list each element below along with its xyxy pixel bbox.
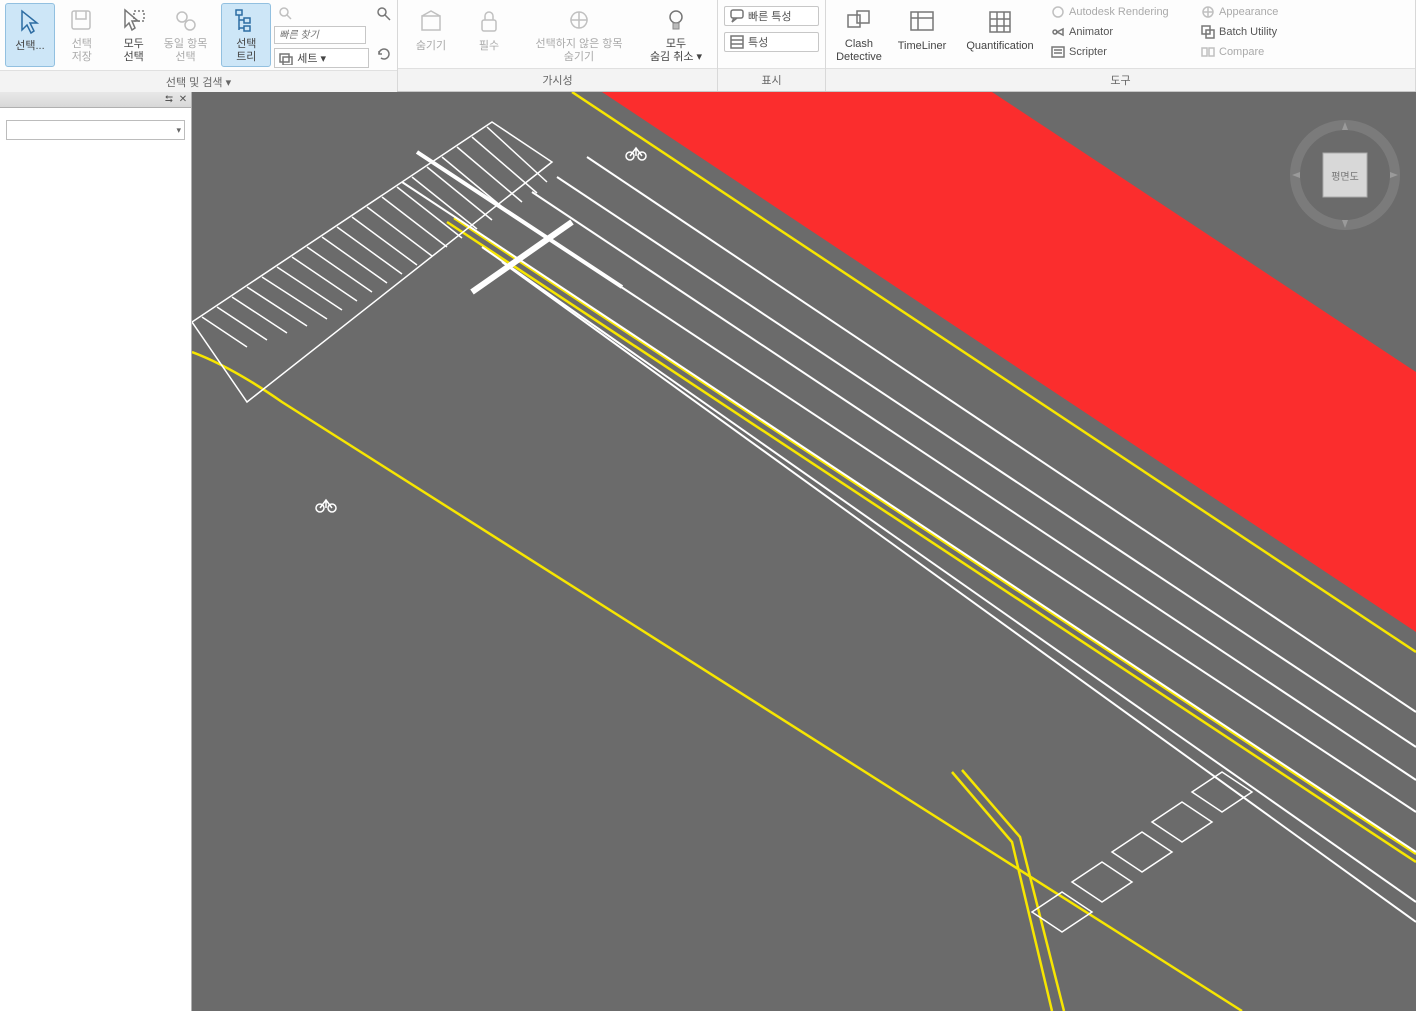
select-same-icon [170,6,202,36]
quantification-label: Quantification [966,40,1033,53]
tree-icon [230,6,262,36]
render-icon [1050,4,1066,20]
hide-unselected-label: 선택하지 않은 항목 숨기기 [535,38,622,64]
select-same-label: 동일 항목 선택 [164,38,208,64]
animator-icon [1050,24,1066,40]
unhide-all-label: 모두 숨김 취소 ▾ [650,38,702,64]
select-all-button[interactable]: 모두 선택 [109,3,159,67]
timeliner-button[interactable]: TimeLiner [889,3,955,67]
crosswalk-hatch [192,122,552,402]
properties-icon [729,34,745,50]
save-selection-label: 선택 저장 [72,38,92,64]
properties-button[interactable]: 특성 [724,32,819,52]
bulb-icon [660,6,692,36]
compare-label: Compare [1219,46,1264,58]
side-panel-titlebar: ⮀ ✕ [0,92,191,108]
timeliner-label: TimeLiner [898,40,947,53]
ribbon-group-label: 가시성 [398,68,717,91]
close-icon[interactable]: ✕ [177,94,189,106]
cursor-icon [14,6,46,38]
hide-icon [415,6,447,38]
autodesk-rendering-button: Autodesk Rendering [1046,2,1192,22]
properties-label: 특성 [748,34,768,50]
ribbon-group-select-search: 선택... 선택 저장 모두 선택 동일 항목 선택 [0,0,398,91]
side-panel: ⮀ ✕ ▾ [0,92,192,1011]
required-label: 필수 [479,40,499,53]
required-button: 필수 [461,3,517,67]
view-cube[interactable]: 평면도 [1290,120,1400,230]
scripter-label: Scripter [1069,46,1107,58]
zoom-search-button[interactable] [373,4,391,24]
sets-icon [278,50,294,66]
yellow-road-edges [192,92,1416,1011]
refresh-sets-button[interactable] [373,44,391,64]
compare-button: Compare [1196,42,1322,62]
view-cube-face-label: 평면도 [1331,171,1359,183]
hide-button: 숨기기 [403,3,459,67]
batch-utility-button[interactable]: Batch Utility [1196,22,1322,42]
pin-icon[interactable]: ⮀ [163,94,175,106]
quantification-button[interactable]: Quantification [957,3,1043,67]
select-all-icon [118,6,150,36]
select-button-label: 선택... [15,40,44,53]
hide-unselected-icon [563,6,595,36]
timeliner-icon [906,6,938,38]
refresh-icon [377,46,391,62]
autodesk-rendering-label: Autodesk Rendering [1069,6,1169,18]
select-same-button: 동일 항목 선택 [161,3,211,67]
clash-detective-button[interactable]: Clash Detective [831,3,887,67]
appearance-label: Appearance [1219,6,1278,18]
clash-icon [843,6,875,36]
quick-properties-button[interactable]: 빠른 특성 [724,6,819,26]
hide-label: 숨기기 [416,40,446,53]
batch-icon [1200,24,1216,40]
animator-button[interactable]: Animator [1046,22,1192,42]
save-selection-icon [66,6,98,36]
magnifier-icon [377,6,391,22]
select-all-label: 모두 선택 [124,38,144,64]
select-button[interactable]: 선택... [5,3,55,67]
selection-tree-label: 선택 트리 [236,38,256,64]
clash-detective-label: Clash Detective [836,38,882,64]
selection-tree-button[interactable]: 선택 트리 [221,3,271,67]
ribbon-group-visibility: 숨기기 필수 선택하지 않은 항목 숨기기 모두 숨김 취소 ▾ [398,0,718,91]
appearance-button: Appearance [1196,2,1322,22]
scripter-icon [1050,44,1066,60]
ribbon-group-label: 도구 [826,68,1415,91]
ribbon-group-display: 빠른 특성 특성 표시 [718,0,826,91]
quantification-icon [984,6,1016,38]
sets-dropdown[interactable]: 세트 ▾ [274,48,369,68]
search-icon [278,6,294,22]
ribbon: 선택... 선택 저장 모두 선택 동일 항목 선택 [0,0,1416,92]
side-panel-combo[interactable]: ▾ [6,120,185,140]
find-items-button [274,4,369,24]
animator-label: Animator [1069,26,1113,38]
ribbon-group-label: 선택 및 검색 ▾ [0,70,397,93]
hide-unselected-button: 선택하지 않은 항목 숨기기 [519,3,639,67]
quick-find-input[interactable] [274,26,366,44]
viewport-3d[interactable]: 평면도 [192,92,1416,1011]
sets-dropdown-label: 세트 ▾ [297,50,326,66]
quick-properties-label: 빠른 특성 [748,8,792,24]
unhide-all-button[interactable]: 모두 숨김 취소 ▾ [641,3,711,67]
batch-utility-label: Batch Utility [1219,26,1277,38]
bubble-icon [729,8,745,24]
ribbon-group-label: 표시 [718,68,825,91]
lane-diamonds [1032,772,1252,932]
appearance-icon [1200,4,1216,20]
chevron-down-icon: ▾ [176,125,181,136]
lock-icon [473,6,505,38]
save-selection-button: 선택 저장 [57,3,107,67]
scripter-button[interactable]: Scripter [1046,42,1192,62]
compare-icon [1200,44,1216,60]
ribbon-group-tools: Clash Detective TimeLiner Quantification… [826,0,1416,91]
